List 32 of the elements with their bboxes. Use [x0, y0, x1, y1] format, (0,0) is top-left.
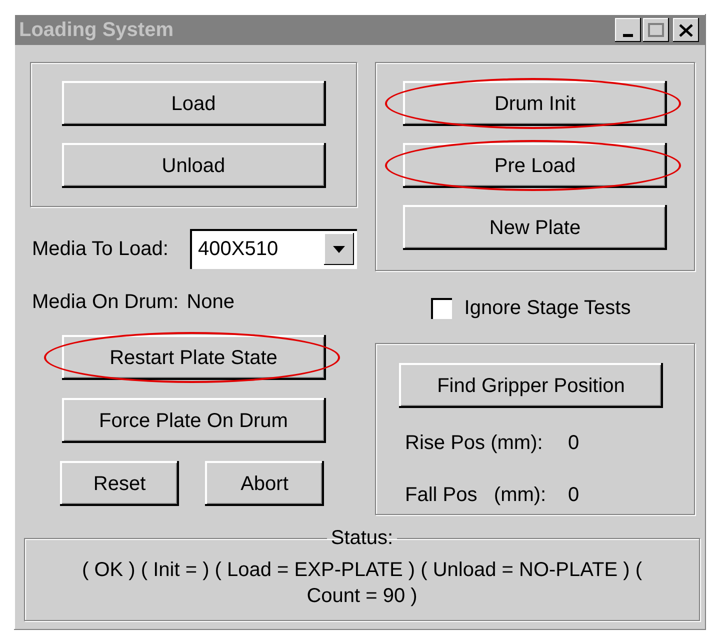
command-button[interactable]: Drum Init [403, 81, 667, 126]
field-value: None [186, 290, 235, 315]
minimize-icon [623, 34, 633, 37]
command-button[interactable]: Force Plate On Drum [62, 398, 326, 443]
field-label: Rise Pos (mm): [405, 431, 544, 456]
media-dropdown[interactable]: 400X510 [190, 229, 357, 269]
command-button[interactable]: Unload [62, 143, 326, 188]
command-button[interactable]: New Plate [403, 205, 667, 250]
command-button[interactable]: Abort [205, 461, 324, 506]
window-title: Loading System [19, 18, 174, 43]
field-value: 0 [568, 431, 580, 456]
field-label: Fall Pos (mm): [405, 483, 548, 508]
command-button[interactable]: Load [62, 81, 326, 126]
field-value: 0 [568, 483, 580, 508]
maximize-icon [648, 23, 664, 37]
command-button[interactable]: Pre Load [403, 143, 667, 188]
field-label: Media To Load: [32, 237, 170, 262]
close-button[interactable] [673, 18, 699, 42]
maximize-button[interactable] [643, 18, 669, 42]
command-button[interactable]: Restart Plate State [62, 335, 326, 380]
dropdown-value: 400X510 [198, 237, 280, 262]
checkbox-label[interactable]: Ignore Stage Tests [464, 293, 631, 323]
checkbox[interactable] [431, 298, 452, 318]
minimize-button[interactable] [615, 18, 641, 42]
close-icon [679, 24, 693, 36]
field-label: Media On Drum: [32, 290, 179, 315]
dropdown-arrow-button[interactable] [324, 233, 354, 265]
command-button[interactable]: Reset [60, 461, 179, 506]
caret-icon [333, 246, 345, 252]
status-text: ( OK ) ( Init = ) ( Load = EXP-PLATE ) ( Unload = NO-PLATE ) ( Count = 90 ) [81, 558, 643, 609]
group-title: Status: [330, 527, 394, 549]
command-button[interactable]: Find Gripper Position [399, 363, 663, 408]
